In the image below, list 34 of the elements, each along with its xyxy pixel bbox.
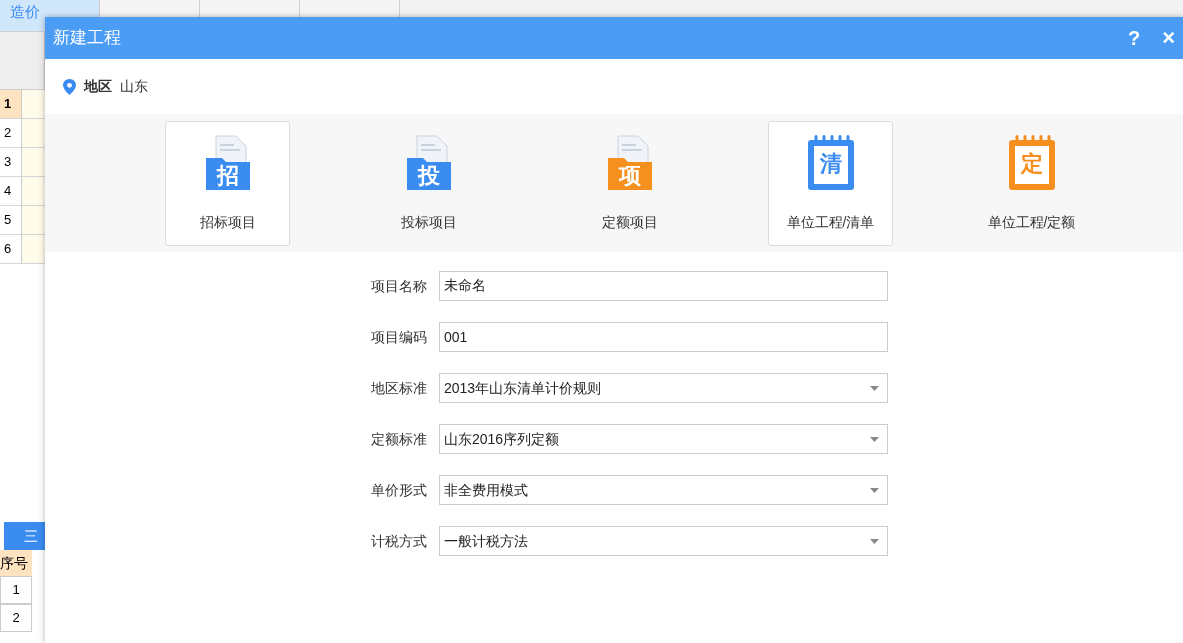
table-cell bbox=[22, 90, 45, 118]
caret-icon bbox=[870, 436, 879, 442]
location-pin-icon bbox=[63, 78, 76, 95]
caret-icon bbox=[870, 385, 879, 391]
column-header: 序号 bbox=[0, 550, 32, 576]
input-field[interactable]: 001 bbox=[439, 322, 888, 352]
table-cell bbox=[22, 235, 45, 263]
region-value: 山东 bbox=[120, 77, 148, 96]
field-label: 项目名称 bbox=[370, 276, 428, 296]
table-cell bbox=[22, 177, 45, 205]
project-type-card[interactable]: 招 招标项目 bbox=[165, 120, 290, 246]
row-number: 1 bbox=[0, 90, 22, 118]
region-label: 地区 bbox=[84, 77, 112, 96]
dropdown[interactable]: 2013年山东清单计价规则 bbox=[439, 373, 888, 403]
project-type-card[interactable]: 项 定额项目 bbox=[567, 120, 692, 246]
table-cell bbox=[22, 119, 45, 147]
field-label: 地区标准 bbox=[370, 378, 428, 398]
input-field[interactable]: 未命名 bbox=[439, 271, 888, 301]
project-type-card[interactable]: 定 单位工程/定额 bbox=[969, 120, 1094, 246]
dropdown[interactable]: 一般计税方法 bbox=[439, 526, 888, 556]
caret-icon bbox=[870, 487, 879, 493]
dropdown[interactable]: 山东2016序列定额 bbox=[439, 424, 888, 454]
caret-icon bbox=[870, 538, 879, 544]
table-cell bbox=[22, 148, 45, 176]
field-label: 定额标准 bbox=[370, 429, 428, 449]
field-label: 单价形式 bbox=[370, 480, 428, 500]
field-label: 计税方式 bbox=[370, 531, 428, 551]
dropdown[interactable]: 非全费用模式 bbox=[439, 475, 888, 505]
row-number: 1 bbox=[0, 576, 32, 604]
project-type-card[interactable]: 清 单位工程/清单 bbox=[768, 120, 893, 246]
table-cell bbox=[22, 206, 45, 234]
field-label: 项目编码 bbox=[370, 327, 428, 347]
row-number: 2 bbox=[0, 604, 32, 632]
project-type-card[interactable]: 投 投标项目 bbox=[366, 120, 491, 246]
